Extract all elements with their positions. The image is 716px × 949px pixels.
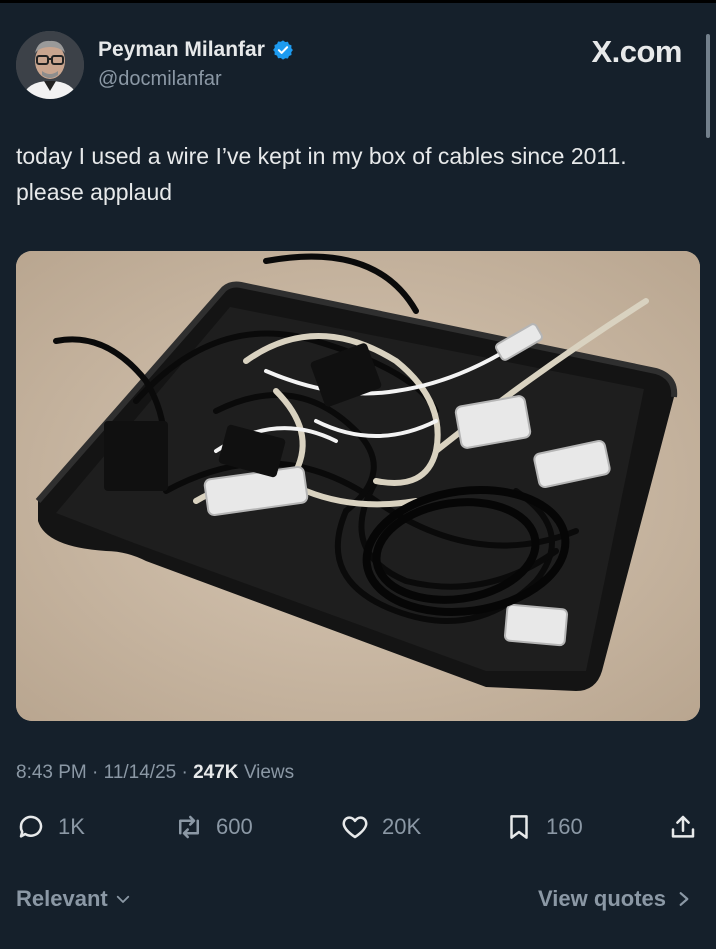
bookmark-button[interactable]: 160 [504,812,583,842]
meta-separator-2: · [181,762,188,783]
user-name[interactable]: Peyman Milanfar [98,38,265,62]
tweet-text: today I used a wire I’ve kept in my box … [16,143,627,205]
avatar[interactable] [16,31,84,99]
repost-icon [179,815,199,839]
like-button[interactable]: 20K [340,812,421,842]
reply-icon [19,815,43,838]
avatar-photo [16,31,84,99]
repost-count: 600 [216,814,253,839]
tweet-meta: 8:43 PM · 11/14/25 · 247K Views [16,762,294,784]
chevron-down-icon [116,895,129,903]
repost-button[interactable]: 600 [174,812,253,842]
sort-label: Relevant [16,886,108,911]
cable-box-image [16,251,700,721]
reply-button[interactable]: 1K [16,812,85,842]
sort-dropdown[interactable]: Relevant [16,886,132,912]
chevron-right-icon [679,892,689,906]
share-button[interactable] [668,812,698,842]
meta-separator: · [92,762,99,783]
tweet-time[interactable]: 8:43 PM [16,762,87,783]
site-label: X.com [591,34,682,69]
views-label: Views [243,762,295,783]
views-count: 247K [193,762,239,783]
verified-badge-icon [273,40,293,60]
view-quotes-label: View quotes [538,886,666,911]
like-count: 20K [382,814,422,839]
bookmark-count: 160 [546,814,583,839]
top-edge [0,0,716,3]
share-icon [671,815,695,838]
reply-count: 1K [58,814,85,839]
user-name-row[interactable]: Peyman Milanfar [98,38,294,62]
like-icon [342,816,368,839]
view-quotes-link[interactable]: View quotes [538,886,692,912]
tweet-date[interactable]: 11/14/25 [104,762,177,783]
bookmark-icon [510,815,528,839]
action-bar: 1K 600 20K 160 [16,812,700,852]
scrollbar[interactable] [706,34,710,138]
tweet-photo[interactable] [16,251,700,721]
user-handle[interactable]: @docmilanfar [98,68,222,91]
